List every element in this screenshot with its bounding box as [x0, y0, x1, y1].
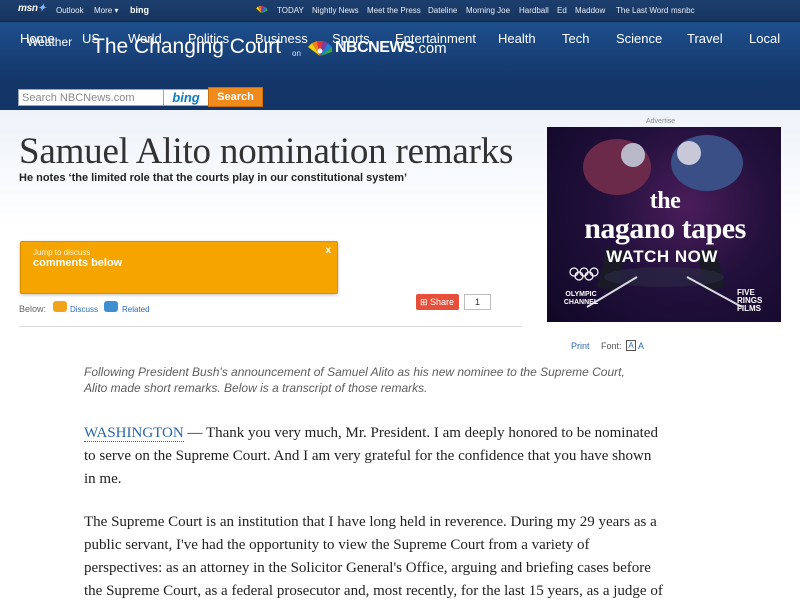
msn-top-bar: msn✦ Outlook More ▾ bing TODAY Nightly N… — [0, 0, 800, 22]
article-paragraph: The Supreme Court is an institution that… — [84, 514, 663, 599]
nav-item-science[interactable]: Science — [616, 31, 662, 46]
jump-to-discuss-box[interactable]: Jump to discuss comments below x — [20, 241, 338, 294]
ad-banner[interactable]: the nagano tapes WATCH NOW OLYMPIC CHANNE… — [547, 127, 781, 322]
topbar-link-nightly-news[interactable]: Nightly News — [312, 6, 359, 15]
font-size-larger-link[interactable]: A — [638, 341, 644, 351]
below-label: Below: — [19, 304, 47, 314]
link-icon[interactable] — [104, 301, 118, 312]
bing-logo[interactable]: bing — [130, 5, 149, 15]
search-button[interactable]: Search — [208, 87, 263, 107]
five-rings-films-logo: FIVE RINGS FILMS — [737, 288, 763, 313]
nav-item-health[interactable]: Health — [498, 31, 536, 46]
search-input[interactable] — [18, 89, 164, 106]
divider — [19, 326, 522, 327]
outlook-link[interactable]: Outlook — [56, 6, 84, 15]
topbar-link-msnbc[interactable]: msnbc — [671, 6, 695, 15]
nbc-news-logo[interactable]: NBCNEWS .com — [307, 38, 447, 58]
share-button[interactable]: ⊞ Share — [416, 294, 459, 310]
section-title[interactable]: The Changing Court — [92, 35, 281, 59]
peacock-icon — [308, 40, 332, 56]
more-menu[interactable]: More ▾ — [94, 6, 118, 15]
topbar-link-dateline[interactable]: Dateline — [428, 6, 457, 15]
topbar-link-morning-joe[interactable]: Morning Joe — [466, 6, 510, 15]
on-label: on — [292, 49, 301, 58]
topbar-link-the-last-word[interactable]: The Last Word — [616, 6, 668, 15]
nav-item-travel[interactable]: Travel — [687, 31, 723, 46]
related-link[interactable]: Related — [122, 305, 150, 314]
topbar-link-ed[interactable]: Ed — [557, 6, 567, 15]
discuss-link[interactable]: Discuss — [70, 305, 98, 314]
peacock-icon — [256, 5, 268, 14]
dateline-link[interactable]: WASHINGTON — [84, 425, 184, 442]
close-icon[interactable]: x — [325, 245, 331, 256]
ad-title: the nagano tapes — [584, 188, 746, 245]
comments-below-link[interactable]: comments below — [33, 257, 122, 269]
plus-icon: ⊞ — [420, 297, 431, 307]
topbar-link-maddow[interactable]: Maddow — [575, 6, 605, 15]
msn-logo[interactable]: msn✦ — [18, 3, 46, 14]
nav-item-local[interactable]: Local — [749, 31, 780, 46]
topbar-link-hardball[interactable]: Hardball — [519, 6, 549, 15]
advertise-label[interactable]: Advertise — [646, 118, 675, 125]
topbar-link-meet-the-press[interactable]: Meet the Press — [367, 6, 421, 15]
subheadline: He notes ‘the limited role that the cour… — [19, 172, 408, 184]
article-intro: Following President Bush's announcement … — [84, 365, 625, 395]
topbar-link-today[interactable]: TODAY — [277, 6, 304, 15]
jump-to-discuss-label: Jump to discuss — [33, 248, 91, 257]
nav-item-tech[interactable]: Tech — [562, 31, 589, 46]
print-link[interactable]: Print — [571, 341, 590, 351]
nav-item-weather[interactable]: Weather — [27, 35, 72, 49]
share-label: Share — [430, 297, 455, 307]
article-paragraph: WASHINGTON — Thank you very much, Mr. Pr… — [84, 422, 664, 491]
font-size-icon[interactable]: A — [626, 340, 636, 351]
bing-logo: bing — [164, 89, 208, 106]
font-label: Font: — [601, 341, 622, 351]
page-title: Samuel Alito nomination remarks — [19, 131, 514, 172]
nbc-news-wordmark: NBCNEWS — [335, 39, 415, 56]
olympic-channel-logo: OLYMPIC CHANNEL — [563, 291, 599, 306]
olympic-rings-icon — [569, 267, 599, 281]
speech-bubble-icon[interactable] — [53, 301, 67, 312]
nbc-news-domain: .com — [414, 39, 447, 57]
watch-now-button[interactable]: WATCH NOW — [597, 247, 727, 267]
share-count: 1 — [464, 294, 491, 310]
